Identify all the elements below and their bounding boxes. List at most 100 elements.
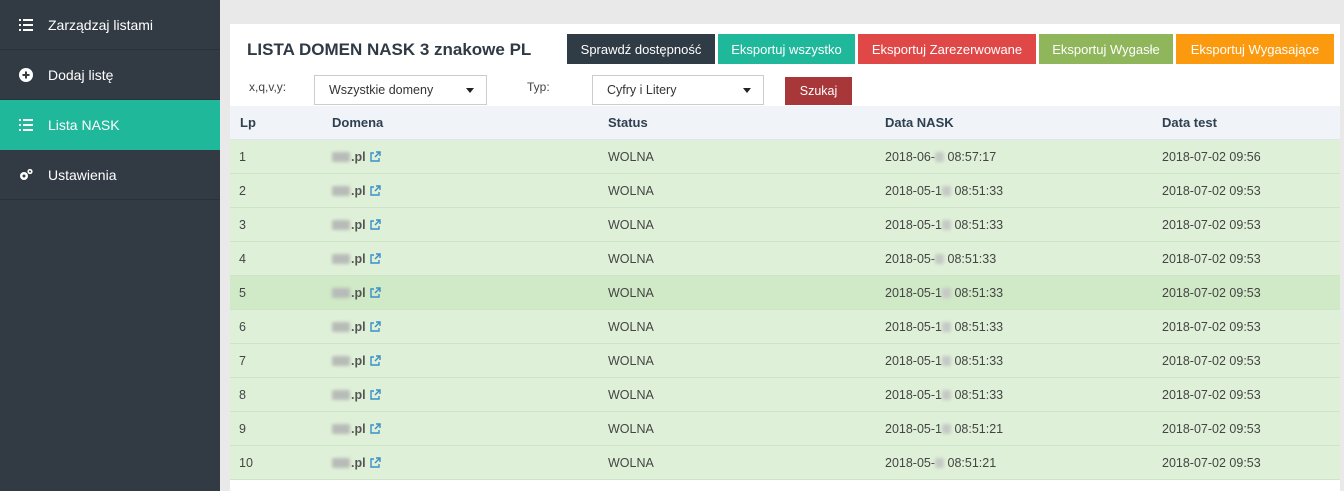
export-expired-button[interactable]: Eksportuj Wygasłe (1039, 34, 1173, 64)
table-header: Lp Domena Status Data NASK Data test (230, 106, 1340, 140)
search-button[interactable]: Szukaj (785, 77, 852, 105)
filter-label-type: Typ: (527, 80, 550, 94)
cell-domain[interactable]: .pl (332, 218, 381, 232)
cell-domain[interactable]: .pl (332, 320, 381, 334)
main-panel: LISTA DOMEN NASK 3 znakowe PL Sprawdź do… (230, 24, 1340, 491)
external-link-icon[interactable] (369, 422, 381, 435)
export-reserved-button[interactable]: Eksportuj Zarezerwowane (858, 34, 1036, 64)
cell-data-test: 2018-07-02 09:53 (1162, 353, 1261, 368)
cell-domain[interactable]: .pl (332, 422, 381, 436)
cell-lp: 10 (239, 455, 253, 470)
redacted-blur (942, 424, 951, 435)
check-availability-button[interactable]: Sprawdź dostępność (567, 34, 715, 64)
data-nask-time: 08:51:33 (951, 217, 1004, 232)
domains-select-value: Wszystkie domeny (329, 83, 434, 97)
cell-data-nask: 2018-06- 08:57:17 (885, 150, 996, 164)
table-body: 1 .pl WOLNA 2018-06- 08:57:17 2018-07-02 09:… (230, 140, 1340, 480)
cell-status: WOLNA (608, 251, 654, 266)
external-link-icon[interactable] (369, 320, 381, 333)
redacted-blur (332, 253, 350, 264)
cell-data-nask: 2018-05-1 08:51:33 (885, 286, 1003, 300)
sidebar-item-label: Dodaj listę (48, 66, 114, 83)
cell-domain[interactable]: .pl (332, 150, 381, 164)
cell-status: WOLNA (608, 285, 654, 300)
data-nask-time: 08:51:33 (951, 319, 1004, 334)
cell-data-test: 2018-07-02 09:53 (1162, 455, 1261, 470)
table-row: 9 .pl WOLNA 2018-05-1 08:51:21 2018-07-02 09… (230, 412, 1340, 446)
list-icon (18, 117, 34, 133)
cell-lp: 9 (239, 421, 246, 436)
domain-text: .pl (351, 353, 366, 368)
external-link-icon[interactable] (369, 354, 381, 367)
cell-data-nask: 2018-05-1 08:51:33 (885, 218, 1003, 232)
plus-circle-icon (18, 67, 34, 83)
cell-domain[interactable]: .pl (332, 252, 381, 266)
data-nask-date: 2018-05-1 (885, 353, 942, 368)
cell-status: WOLNA (608, 183, 654, 198)
sidebar-item-label: Lista NASK (48, 116, 120, 133)
cell-data-nask: 2018-05-1 08:51:33 (885, 388, 1003, 402)
redacted-blur (332, 321, 350, 332)
external-link-icon[interactable] (369, 456, 381, 469)
redacted-blur (332, 457, 350, 468)
page-title: LISTA DOMEN NASK 3 znakowe PL (247, 40, 532, 59)
cell-data-nask: 2018-05-1 08:51:33 (885, 354, 1003, 368)
cell-domain[interactable]: .pl (332, 388, 381, 402)
data-nask-date: 2018-05-1 (885, 183, 942, 198)
redacted-blur (332, 355, 350, 366)
redacted-blur (332, 389, 350, 400)
external-link-icon[interactable] (369, 184, 381, 197)
cell-lp: 5 (239, 285, 246, 300)
cell-lp: 3 (239, 217, 246, 232)
cell-status: WOLNA (608, 217, 654, 232)
domain-text: .pl (351, 183, 366, 198)
cell-data-test: 2018-07-02 09:53 (1162, 319, 1261, 334)
cell-status: WOLNA (608, 455, 654, 470)
cell-data-nask: 2018-05- 08:51:21 (885, 456, 996, 470)
cell-lp: 1 (239, 149, 246, 164)
data-nask-time: 08:51:33 (951, 183, 1004, 198)
sidebar-item-nask-list[interactable]: Lista NASK (0, 100, 220, 150)
data-nask-date: 2018-05- (885, 455, 936, 470)
cell-domain[interactable]: .pl (332, 286, 381, 300)
chevron-down-icon (466, 88, 474, 93)
export-expiring-button[interactable]: Eksportuj Wygasające (1176, 34, 1334, 64)
type-select-value: Cyfry i Litery (607, 83, 677, 97)
cell-status: WOLNA (608, 421, 654, 436)
external-link-icon[interactable] (369, 218, 381, 231)
redacted-blur (332, 185, 350, 196)
cell-data-test: 2018-07-02 09:53 (1162, 387, 1261, 402)
sidebar-item-add-list[interactable]: Dodaj listę (0, 50, 220, 100)
cell-lp: 7 (239, 353, 246, 368)
cell-status: WOLNA (608, 149, 654, 164)
cell-domain[interactable]: .pl (332, 184, 381, 198)
sidebar-item-label: Ustawienia (48, 166, 117, 183)
redacted-blur (332, 151, 350, 162)
cell-domain[interactable]: .pl (332, 456, 381, 470)
data-nask-time: 08:57:17 (944, 149, 997, 164)
redacted-blur (332, 219, 350, 230)
external-link-icon[interactable] (369, 286, 381, 299)
cell-data-test: 2018-07-02 09:53 (1162, 183, 1261, 198)
table-row: 2 .pl WOLNA 2018-05-1 08:51:33 2018-07-02 09… (230, 174, 1340, 208)
data-nask-time: 08:51:33 (951, 353, 1004, 368)
sidebar-item-settings[interactable]: Ustawienia (0, 150, 220, 200)
external-link-icon[interactable] (369, 150, 381, 163)
domains-select[interactable]: Wszystkie domeny (314, 75, 487, 105)
redacted-blur (942, 288, 951, 299)
cell-domain[interactable]: .pl (332, 354, 381, 368)
domains-table: Lp Domena Status Data NASK Data test 1 .p… (230, 106, 1340, 480)
redacted-blur (935, 458, 945, 469)
export-all-button[interactable]: Eksportuj wszystko (718, 34, 855, 64)
external-link-icon[interactable] (369, 388, 381, 401)
filter-label-xqvy: x,q,v,y: (249, 80, 287, 94)
data-nask-date: 2018-05-1 (885, 319, 942, 334)
type-select[interactable]: Cyfry i Litery (592, 75, 764, 105)
external-link-icon[interactable] (369, 252, 381, 265)
cell-data-nask: 2018-05-1 08:51:33 (885, 184, 1003, 198)
cell-data-test: 2018-07-02 09:53 (1162, 251, 1261, 266)
header-data-test: Data test (1162, 115, 1217, 130)
sidebar-item-manage-lists[interactable]: Zarządzaj listami (0, 0, 220, 50)
data-nask-time: 08:51:21 (951, 421, 1004, 436)
sidebar-item-label: Zarządzaj listami (48, 16, 154, 33)
